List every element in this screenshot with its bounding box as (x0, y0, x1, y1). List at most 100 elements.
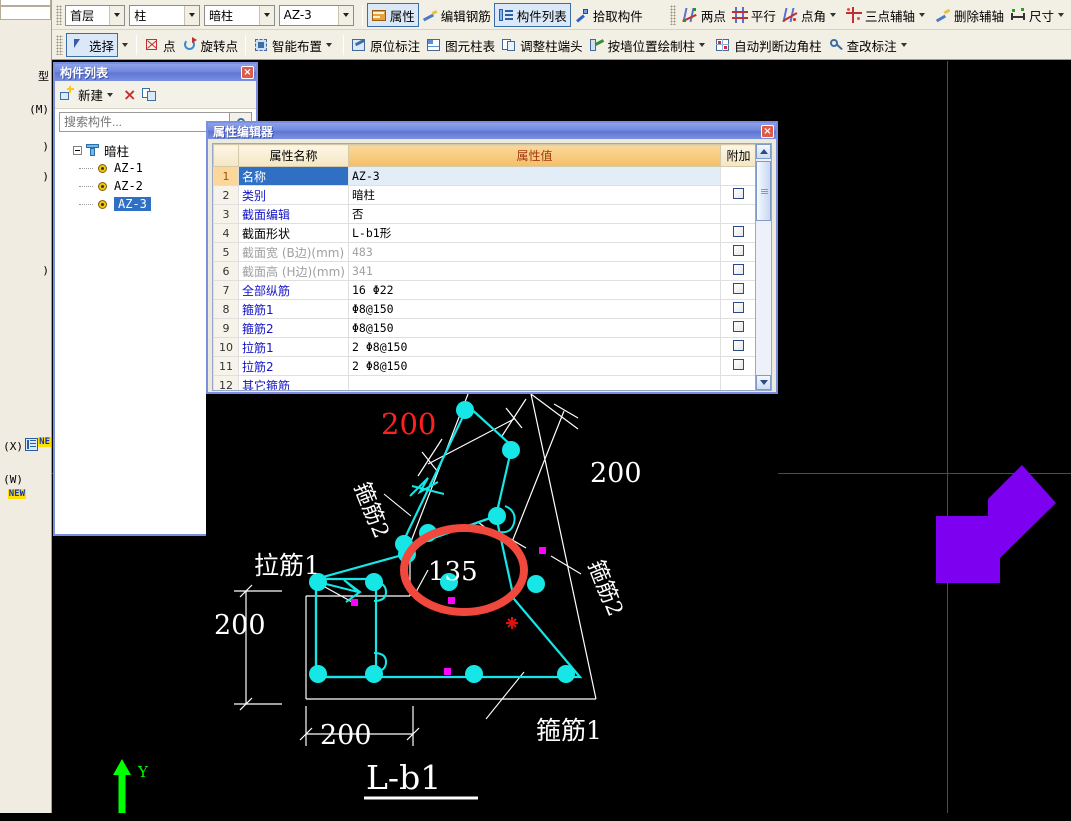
toolbar-grip[interactable] (56, 5, 63, 25)
edit-rebar-button[interactable]: 编辑钢筋 (419, 3, 494, 27)
smart-layout-button[interactable]: 智能布置 (250, 33, 339, 57)
clipped-menu-fragment[interactable]: ) (42, 140, 49, 153)
row-value[interactable] (348, 375, 721, 390)
property-editor-titlebar[interactable]: 属性编辑器 × (208, 123, 776, 139)
pick-component-button[interactable]: 拾取构件 (571, 3, 646, 27)
auto-detect-corner-column-button[interactable]: 自动判断边角柱 (712, 33, 825, 57)
chevron-down-icon[interactable] (107, 92, 114, 97)
row-name[interactable]: 箍筋2 (238, 318, 349, 338)
row-value[interactable]: L-b1形 (348, 223, 721, 243)
row-name[interactable]: 全部纵筋 (238, 280, 349, 300)
attach-checkbox[interactable] (733, 302, 744, 313)
chevron-down-icon[interactable] (337, 5, 353, 25)
property-editor-window[interactable]: 属性编辑器 × 属性名称 属性值 附加 1 名称 AZ-3 2 类别 暗柱 3 … (206, 121, 778, 394)
component-name-selector[interactable]: AZ-3 (278, 4, 354, 26)
delete-component-button[interactable]: × (123, 85, 136, 104)
row-name[interactable]: 其它箍筋 (238, 375, 349, 390)
attach-checkbox[interactable] (733, 188, 744, 199)
search-input[interactable] (59, 112, 230, 132)
row-attach[interactable] (720, 223, 757, 243)
row-name[interactable]: 截面编辑 (238, 204, 349, 224)
row-attach[interactable] (720, 242, 757, 262)
attach-checkbox[interactable] (733, 245, 744, 256)
property-grid-scrollbar[interactable] (755, 143, 772, 391)
chevron-down-icon[interactable] (258, 5, 274, 25)
clipped-menu-fragment[interactable]: ) (42, 170, 49, 183)
point-angle-button[interactable]: 点角 (779, 3, 843, 27)
chevron-down-icon[interactable] (829, 13, 836, 17)
chevron-down-icon[interactable] (699, 43, 706, 47)
chevron-down-icon[interactable] (109, 5, 125, 25)
row-name[interactable]: 拉筋2 (238, 356, 349, 376)
collapse-toggle-icon[interactable] (73, 145, 82, 155)
properties-button[interactable]: 属性 (366, 3, 419, 27)
row-value[interactable]: 2 Φ8@150 (348, 337, 721, 357)
property-grid[interactable]: 属性名称 属性值 附加 1 名称 AZ-3 2 类别 暗柱 3 截面编辑 否 4… (212, 143, 758, 391)
clipped-menu-fragment[interactable]: 型 (38, 68, 49, 84)
floor-selector[interactable]: 首层 (65, 4, 126, 26)
scroll-down-icon[interactable] (756, 375, 771, 390)
row-name[interactable]: 类别 (238, 185, 349, 205)
toolbar-grip[interactable] (669, 5, 676, 25)
element-subtype-selector[interactable]: 暗柱 (203, 4, 275, 26)
row-name[interactable]: 名称 (238, 166, 349, 186)
clipped-menu-item-w[interactable]: (W) (3, 473, 23, 486)
row-value[interactable]: AZ-3 (348, 166, 721, 186)
chevron-down-icon[interactable] (918, 13, 925, 17)
attach-checkbox[interactable] (733, 226, 744, 237)
rotate-point-button[interactable]: 旋转点 (179, 33, 242, 57)
chevron-down-icon[interactable] (326, 43, 333, 47)
row-attach[interactable] (720, 185, 757, 205)
element-type-selector[interactable]: 柱 (129, 4, 200, 26)
row-value[interactable]: 2 Φ8@150 (348, 356, 721, 376)
component-list-titlebar[interactable]: 构件列表 × (55, 64, 256, 81)
three-point-axis-button[interactable]: 三点辅轴 (843, 3, 932, 27)
row-name[interactable]: 拉筋1 (238, 337, 349, 357)
scroll-up-icon[interactable] (756, 144, 771, 159)
dimension-button[interactable]: 尺寸 (1007, 3, 1071, 27)
check-edit-annotation-button[interactable]: 查改标注 (825, 33, 914, 57)
row-attach[interactable] (720, 318, 757, 338)
attach-checkbox[interactable] (733, 283, 744, 294)
attach-checkbox[interactable] (733, 264, 744, 275)
two-point-button[interactable]: 两点 (679, 3, 729, 27)
component-list-button[interactable]: 构件列表 (493, 3, 571, 27)
attach-checkbox[interactable] (733, 340, 744, 351)
row-value[interactable]: Φ8@150 (348, 318, 721, 338)
row-attach[interactable] (720, 280, 757, 300)
select-button[interactable]: 选择 (66, 33, 119, 57)
parallel-button[interactable]: 平行 (729, 3, 779, 27)
row-attach[interactable] (720, 337, 757, 357)
chevron-down-icon[interactable] (122, 43, 129, 47)
clipped-menu-item-x[interactable]: (X) (3, 440, 23, 453)
toolbar-grip[interactable] (56, 35, 63, 55)
column-shape[interactable] (936, 465, 1056, 583)
close-icon[interactable]: × (241, 66, 254, 79)
clipped-menu-fragment[interactable]: (M) (29, 103, 49, 116)
chevron-down-icon[interactable] (183, 5, 199, 25)
chevron-down-icon[interactable] (1058, 13, 1064, 17)
section-detail-view[interactable]: 200 200 200 200 135 拉筋1 箍筋1 箍筋2 箍筋2 L-b1 (206, 394, 778, 813)
draw-column-by-wall-button[interactable]: 按墙位置绘制柱 (586, 33, 713, 57)
row-attach[interactable] (720, 261, 757, 281)
attach-checkbox[interactable] (733, 359, 744, 370)
row-value[interactable]: 否 (348, 204, 721, 224)
row-value[interactable]: 暗柱 (348, 185, 721, 205)
delete-aux-axis-button[interactable]: 删除辅轴 (932, 3, 1007, 27)
adjust-column-end-button[interactable]: 调整柱端头 (498, 33, 586, 57)
row-name[interactable]: 箍筋1 (238, 299, 349, 319)
attach-checkbox[interactable] (733, 321, 744, 332)
row-name[interactable]: 截面形状 (238, 223, 349, 243)
point-button[interactable]: 点 (141, 33, 179, 57)
close-icon[interactable]: × (761, 124, 774, 138)
row-attach[interactable] (720, 356, 757, 376)
row-value[interactable]: Φ8@150 (348, 299, 721, 319)
chevron-down-icon[interactable] (900, 43, 907, 47)
element-column-table-button[interactable]: 图元柱表 (423, 33, 498, 57)
in-place-annotation-button[interactable]: 原位标注 (348, 33, 423, 57)
row-value[interactable]: 16 Φ22 (348, 280, 721, 300)
clipped-menu-fragment[interactable]: ) (42, 264, 49, 277)
scrollbar-thumb[interactable] (756, 161, 771, 221)
row-attach[interactable] (720, 299, 757, 319)
copy-icon[interactable] (142, 87, 158, 103)
